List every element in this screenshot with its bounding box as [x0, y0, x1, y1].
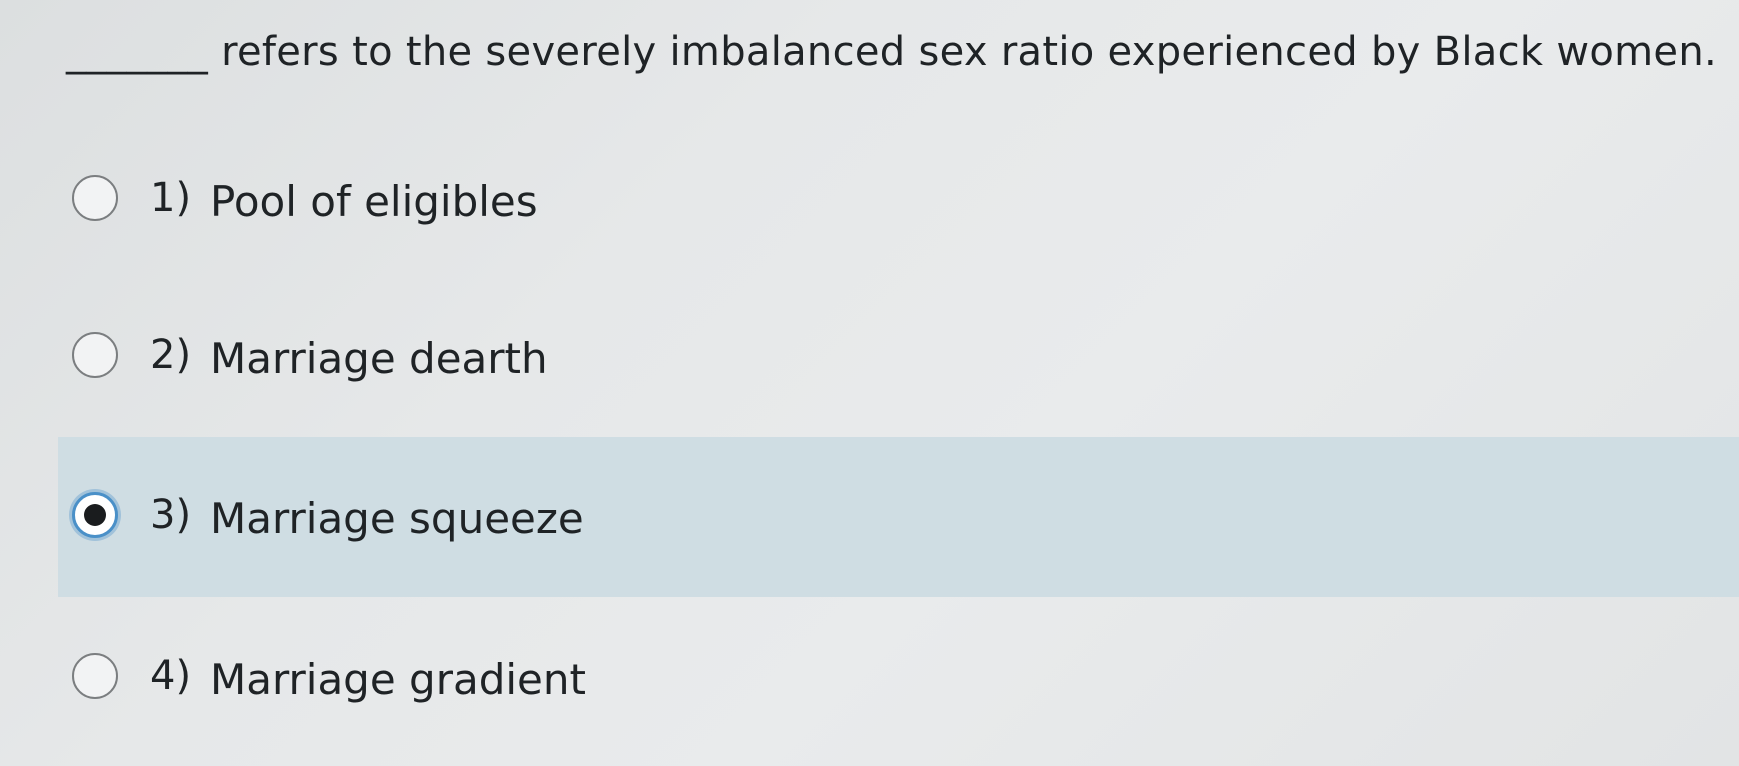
answer-option-1[interactable]: 1) Pool of eligibles — [58, 120, 1739, 280]
answer-option-3[interactable]: 3) Marriage squeeze — [58, 437, 1739, 597]
option-number: 3) — [150, 492, 192, 538]
question-text: _______ refers to the severely imbalance… — [66, 29, 1718, 75]
radio-button-icon[interactable] — [72, 653, 118, 699]
answer-option-4[interactable]: 4) Marriage gradient — [58, 598, 1739, 758]
radio-button-icon[interactable] — [72, 332, 118, 378]
answer-option-2[interactable]: 2) Marriage dearth — [58, 277, 1739, 437]
radio-selected-dot-icon — [84, 504, 106, 526]
option-label[interactable]: Marriage dearth — [210, 329, 548, 389]
radio-button-icon[interactable] — [72, 492, 118, 538]
radio-button-icon[interactable] — [72, 175, 118, 221]
option-label[interactable]: Marriage gradient — [210, 650, 586, 710]
option-label[interactable]: Marriage squeeze — [210, 489, 584, 549]
option-number: 1) — [150, 175, 192, 221]
option-label[interactable]: Pool of eligibles — [210, 172, 538, 232]
option-number: 2) — [150, 332, 192, 378]
option-number: 4) — [150, 653, 192, 699]
